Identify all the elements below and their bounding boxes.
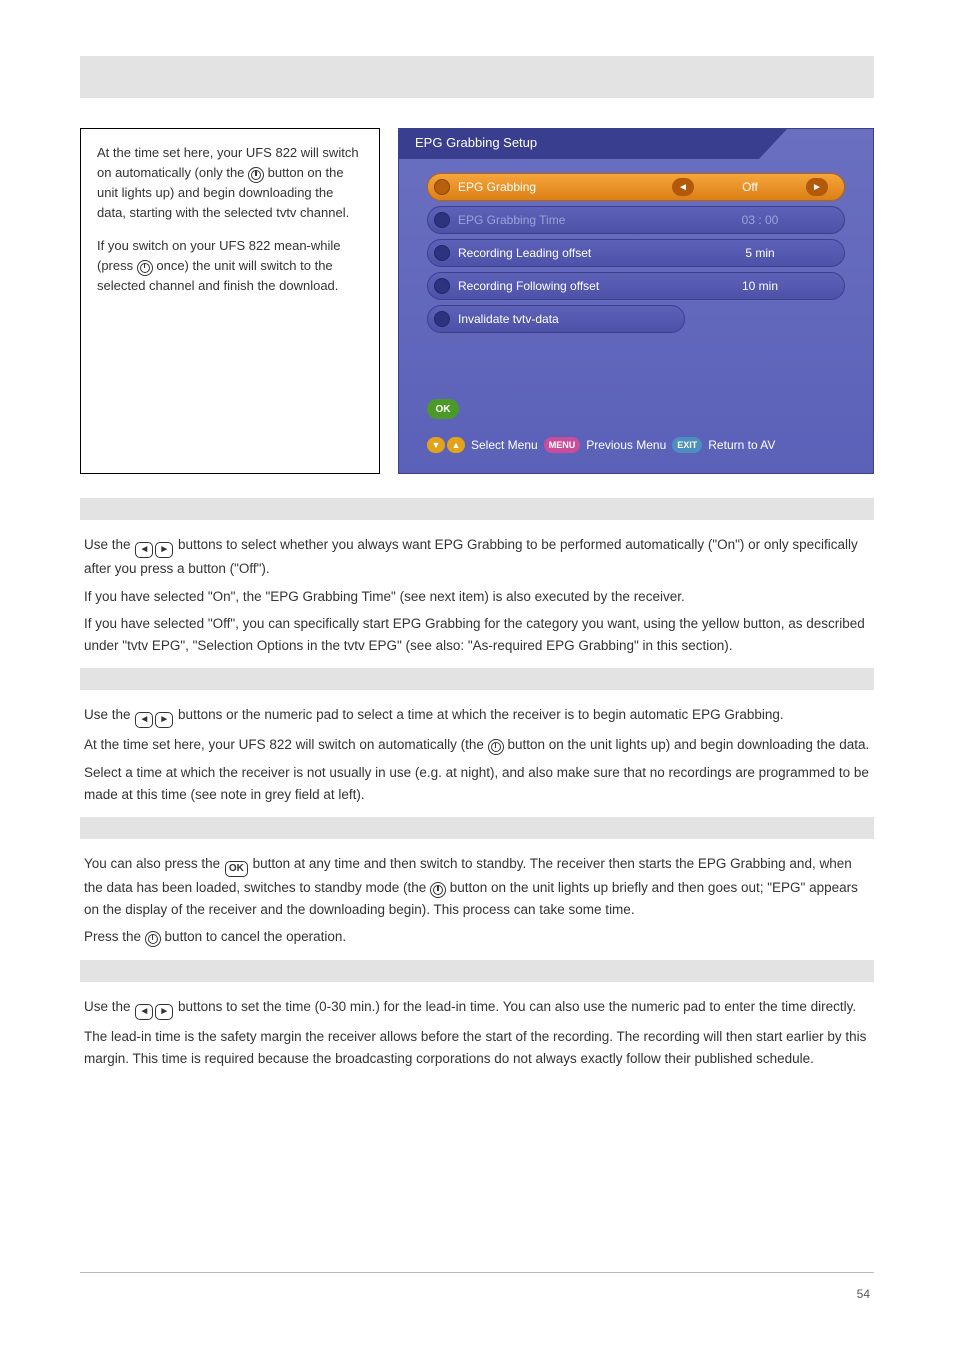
section-bar-4 [80, 960, 874, 982]
sec1-p1-prefix: Use the [84, 537, 134, 552]
hint-prev: Previous Menu [586, 438, 666, 452]
osd-body: EPG Grabbing ◄ Off ► EPG Grabbing Time 0… [399, 159, 873, 348]
osd-hint-bar: ▼ ▲ Select Menu MENU Previous Menu EXIT … [427, 437, 845, 453]
osd-row-value: 10 min [710, 279, 810, 293]
right-arrow-icon: ► [155, 1004, 173, 1020]
sec1-p2: If you have selected "On", the "EPG Grab… [84, 586, 870, 608]
osd-title: EPG Grabbing Setup [415, 135, 537, 150]
ok-button-icon: OK [225, 861, 248, 877]
sec2-p5-prefix: Press the [84, 929, 145, 944]
sec2-p1-suffix: buttons or the numeric pad to select a t… [178, 707, 784, 722]
osd-row-label: Invalidate tvtv-data [458, 312, 674, 326]
osd-row-label: Recording Leading offset [458, 246, 710, 260]
osd-row-value: 5 min [710, 246, 810, 260]
right-arrow-icon[interactable]: ► [806, 178, 828, 196]
section-4-text: Use the ◄► buttons to set the time (0-30… [80, 996, 874, 1069]
sec2-p2-suffix: button on the unit lights up) and begin … [507, 737, 869, 752]
sec3-p2: The lead-in time is the safety margin th… [84, 1026, 870, 1069]
osd-row-following-offset[interactable]: Recording Following offset 10 min [427, 272, 845, 300]
osd-header: EPG Grabbing Setup [399, 129, 873, 159]
hint-up-icon: ▲ [447, 437, 465, 453]
hint-return: Return to AV [708, 438, 775, 452]
row-bullet-icon [434, 245, 450, 261]
sec2-p2-prefix: At the time set here, your UFS 822 will … [84, 737, 488, 752]
left-arrow-icon: ◄ [135, 712, 153, 728]
power-icon [488, 739, 504, 755]
osd-row-label: Recording Following offset [458, 279, 710, 293]
section-1-text: Use the ◄► buttons to select whether you… [80, 534, 874, 656]
left-arrow-icon: ◄ [135, 542, 153, 558]
hint-menu-badge: MENU [544, 437, 581, 453]
osd-row-label: EPG Grabbing [458, 180, 666, 194]
power-icon [145, 931, 161, 947]
sec2-p1-prefix: Use the [84, 707, 134, 722]
sec2-p4-prefix: You can also press the [84, 856, 224, 871]
sec2-p5-suffix: button to cancel the operation. [165, 929, 347, 944]
top-columns: At the time set here, your UFS 822 will … [80, 128, 874, 474]
row-bullet-icon [434, 179, 450, 195]
hint-down-icon: ▼ [427, 437, 445, 453]
osd-ok-badge[interactable]: OK [427, 399, 459, 419]
section-bar-3 [80, 817, 874, 839]
row-bullet-icon [434, 311, 450, 327]
osd-title-tab: EPG Grabbing Setup [399, 129, 759, 159]
osd-row-invalidate[interactable]: Invalidate tvtv-data [427, 305, 685, 333]
row-bullet-icon [434, 278, 450, 294]
power-icon [248, 167, 264, 183]
sec2-p3: Select a time at which the receiver is n… [84, 762, 870, 805]
sec3-p1-suffix: buttons to set the time (0-30 min.) for … [178, 999, 856, 1014]
power-icon [137, 260, 153, 276]
left-arrow-icon[interactable]: ◄ [672, 178, 694, 196]
sec3-p1-prefix: Use the [84, 999, 134, 1014]
osd-row-value: Off [700, 180, 800, 194]
left-arrow-icon: ◄ [135, 1004, 153, 1020]
section-bar-2 [80, 668, 874, 690]
sec1-p1-suffix: buttons to select whether you always wan… [84, 537, 858, 576]
sec1-p3: If you have selected "Off", you can spec… [84, 613, 870, 656]
section-bar-1 [80, 498, 874, 520]
section-3-text: You can also press the OK button at any … [80, 853, 874, 948]
right-arrow-icon: ► [155, 712, 173, 728]
power-icon [430, 882, 446, 898]
left-info-box: At the time set here, your UFS 822 will … [80, 128, 380, 474]
osd-screenshot: EPG Grabbing Setup EPG Grabbing ◄ Off ► … [398, 128, 874, 474]
osd-row-epg-grabbing[interactable]: EPG Grabbing ◄ Off ► [427, 173, 845, 201]
footer-divider [80, 1272, 874, 1273]
osd-row-label: EPG Grabbing Time [458, 213, 710, 227]
osd-row-epg-time: EPG Grabbing Time 03 : 00 [427, 206, 845, 234]
page-number: 54 [857, 1287, 870, 1301]
osd-row-leading-offset[interactable]: Recording Leading offset 5 min [427, 239, 845, 267]
hint-select: Select Menu [471, 438, 538, 452]
osd-row-value: 03 : 00 [710, 213, 810, 227]
row-bullet-icon [434, 212, 450, 228]
section-2-text: Use the ◄► buttons or the numeric pad to… [80, 704, 874, 805]
hint-exit-badge: EXIT [672, 437, 702, 453]
page-heading-bar [80, 56, 874, 98]
right-arrow-icon: ► [155, 542, 173, 558]
